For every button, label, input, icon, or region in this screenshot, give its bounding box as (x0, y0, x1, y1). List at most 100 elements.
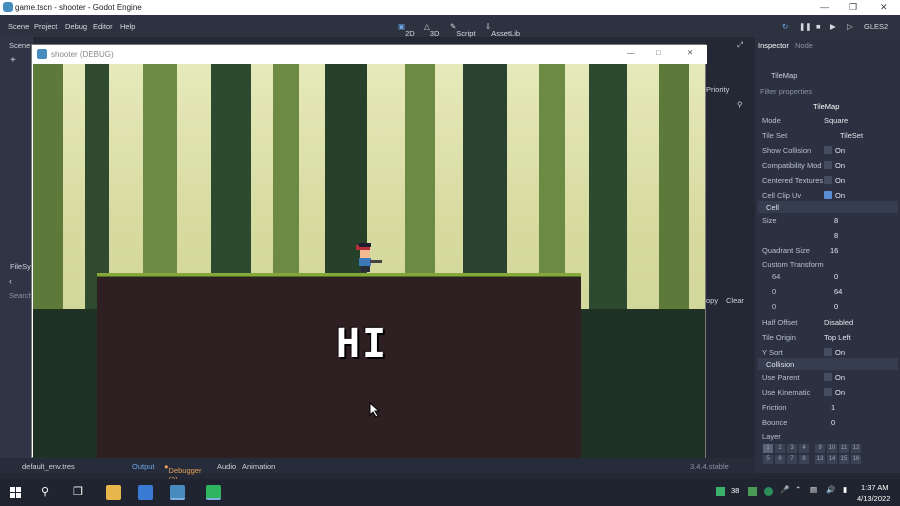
prop-centered-textures[interactable]: Centered Textures On (758, 173, 898, 188)
menu-debug[interactable]: Debug (65, 22, 87, 31)
layer-bit[interactable]: 11 (839, 444, 849, 453)
game-taskbar-icon[interactable] (206, 485, 221, 500)
filter-properties-input[interactable]: Filter properties (760, 87, 812, 96)
prop-bounce[interactable]: Bounce 0 (758, 415, 898, 430)
restart-icon[interactable]: ↻ (782, 22, 788, 31)
layer-bit[interactable]: 4 (799, 444, 809, 453)
section-cell[interactable]: Cell (758, 201, 898, 213)
layer-bit[interactable]: 2 (775, 444, 785, 453)
inspector-node-name[interactable]: TileMap (771, 71, 797, 80)
minimize-icon[interactable]: — (820, 2, 829, 12)
checkbox[interactable] (824, 161, 832, 169)
layer-grid[interactable]: 1 2 3 4 9 10 11 12 5 6 7 8 13 14 15 16 (763, 444, 863, 466)
nav-back-icon[interactable]: ‹ (9, 276, 12, 286)
section-collision[interactable]: Collision (758, 358, 898, 370)
default-env-file[interactable]: default_env.tres (22, 462, 75, 471)
layer-bit[interactable]: 6 (775, 455, 785, 464)
tab-inspector[interactable]: Inspector (758, 41, 789, 50)
prop-tileset[interactable]: Tile Set TileSet (758, 128, 898, 143)
layer-bit[interactable]: 14 (827, 455, 837, 464)
prop-cell-size-y[interactable]: 8 (758, 228, 898, 243)
tray-badge[interactable]: 38 (731, 486, 739, 495)
search-icon[interactable]: ⚲ (737, 100, 743, 109)
menu-editor[interactable]: Editor (93, 22, 113, 31)
workspace-script[interactable]: ✎ Script (450, 22, 475, 38)
tab-node[interactable]: Node (795, 41, 813, 50)
tab-debugger[interactable]: ● Debugger (3) (164, 462, 201, 484)
godot-taskbar-icon[interactable] (170, 485, 185, 500)
prop-friction[interactable]: Friction 1 (758, 400, 898, 415)
scene-dock-tab[interactable]: Scene (9, 41, 30, 50)
file-explorer-icon[interactable] (106, 485, 121, 500)
layer-bit[interactable]: 5 (763, 455, 773, 464)
renderer-select[interactable]: GLES2 (864, 22, 888, 31)
tray-app-icon[interactable] (716, 487, 725, 496)
close-icon[interactable]: ✕ (880, 2, 888, 13)
layer-bit[interactable]: 3 (787, 444, 797, 453)
menu-help[interactable]: Help (120, 22, 135, 31)
clock-date[interactable]: 4/13/2022 (857, 494, 890, 503)
restore-icon[interactable]: ❐ (849, 2, 857, 13)
layer-bit[interactable]: 8 (799, 455, 809, 464)
search-icon[interactable]: ⚲ (41, 485, 49, 498)
tray-app-icon-2[interactable] (748, 487, 757, 496)
maximize-icon[interactable]: □ (656, 48, 661, 57)
expand-icon[interactable]: ⤢ (737, 40, 743, 50)
workspace-2d[interactable]: ▣ 2D (398, 22, 415, 38)
prop-half-offset[interactable]: Half Offset Disabled (758, 315, 898, 330)
minimize-icon[interactable]: — (627, 48, 635, 57)
play-scene-icon[interactable]: ▶ (830, 22, 836, 31)
prop-quadrant-size[interactable]: Quadrant Size 16 (758, 243, 898, 258)
tab-animation[interactable]: Animation (242, 462, 275, 471)
prop-show-collision[interactable]: Show Collision On (758, 143, 898, 158)
prop-use-parent[interactable]: Use Parent On (758, 370, 898, 385)
add-node-icon[interactable]: + (10, 55, 16, 66)
pause-icon[interactable]: ❚❚ (799, 22, 812, 31)
prop-compat-mode[interactable]: Compatibility Mod On (758, 158, 898, 173)
layer-bit[interactable]: 10 (827, 444, 837, 453)
menu-project[interactable]: Project (34, 22, 57, 31)
chevron-up-icon[interactable]: ⌃ (795, 485, 801, 494)
copy-button[interactable]: opy (706, 296, 718, 305)
prop-tile-origin[interactable]: Tile Origin Top Left (758, 330, 898, 345)
clear-button[interactable]: Clear (726, 296, 744, 305)
checkbox[interactable] (824, 191, 832, 199)
play-custom-icon[interactable]: ▷ (847, 22, 853, 31)
microphone-icon[interactable]: 🎤 (780, 485, 789, 494)
layer-bit[interactable]: 12 (851, 444, 861, 453)
layer-bit[interactable]: 13 (815, 455, 825, 464)
tray-app-icon-3[interactable] (764, 487, 773, 496)
layer-bit[interactable]: 15 (839, 455, 849, 464)
battery-icon[interactable]: ▮ (843, 485, 847, 494)
search-label[interactable]: Search (9, 291, 33, 300)
store-icon[interactable] (138, 485, 153, 500)
checkbox[interactable] (824, 146, 832, 154)
checkbox[interactable] (824, 373, 832, 381)
checkbox[interactable] (824, 176, 832, 184)
close-icon[interactable]: ✕ (687, 48, 693, 57)
checkbox[interactable] (824, 388, 832, 396)
workspace-assetlib[interactable]: ⇩ AssetLib (485, 22, 520, 38)
transform-row-3[interactable]: 00 (758, 299, 898, 314)
game-viewport[interactable]: HI (33, 64, 705, 458)
tab-audio[interactable]: Audio (217, 462, 236, 471)
layer-bit[interactable]: 1 (763, 444, 773, 453)
clock-time[interactable]: 1:37 AM (861, 483, 889, 492)
prop-cell-size[interactable]: Size 8 (758, 213, 898, 228)
prop-mode[interactable]: Mode Square (758, 113, 898, 128)
prop-use-kinematic[interactable]: Use Kinematic On (758, 385, 898, 400)
workspace-3d[interactable]: △ 3D (424, 22, 439, 38)
transform-row-1[interactable]: 64 0 (758, 269, 898, 284)
menu-scene[interactable]: Scene (8, 22, 29, 31)
network-icon[interactable]: ▤ (810, 485, 817, 494)
transform-row-2[interactable]: 0 64 (758, 284, 898, 299)
layer-bit[interactable]: 9 (815, 444, 825, 453)
windows-start-icon[interactable] (10, 487, 21, 498)
layer-bit[interactable]: 7 (787, 455, 797, 464)
checkbox[interactable] (824, 348, 832, 356)
layer-bit[interactable]: 16 (851, 455, 861, 464)
tab-output[interactable]: Output (132, 462, 155, 471)
stop-icon[interactable]: ■ (816, 22, 821, 31)
task-view-icon[interactable]: ❐ (73, 485, 83, 498)
volume-icon[interactable]: 🔊 (826, 485, 835, 494)
